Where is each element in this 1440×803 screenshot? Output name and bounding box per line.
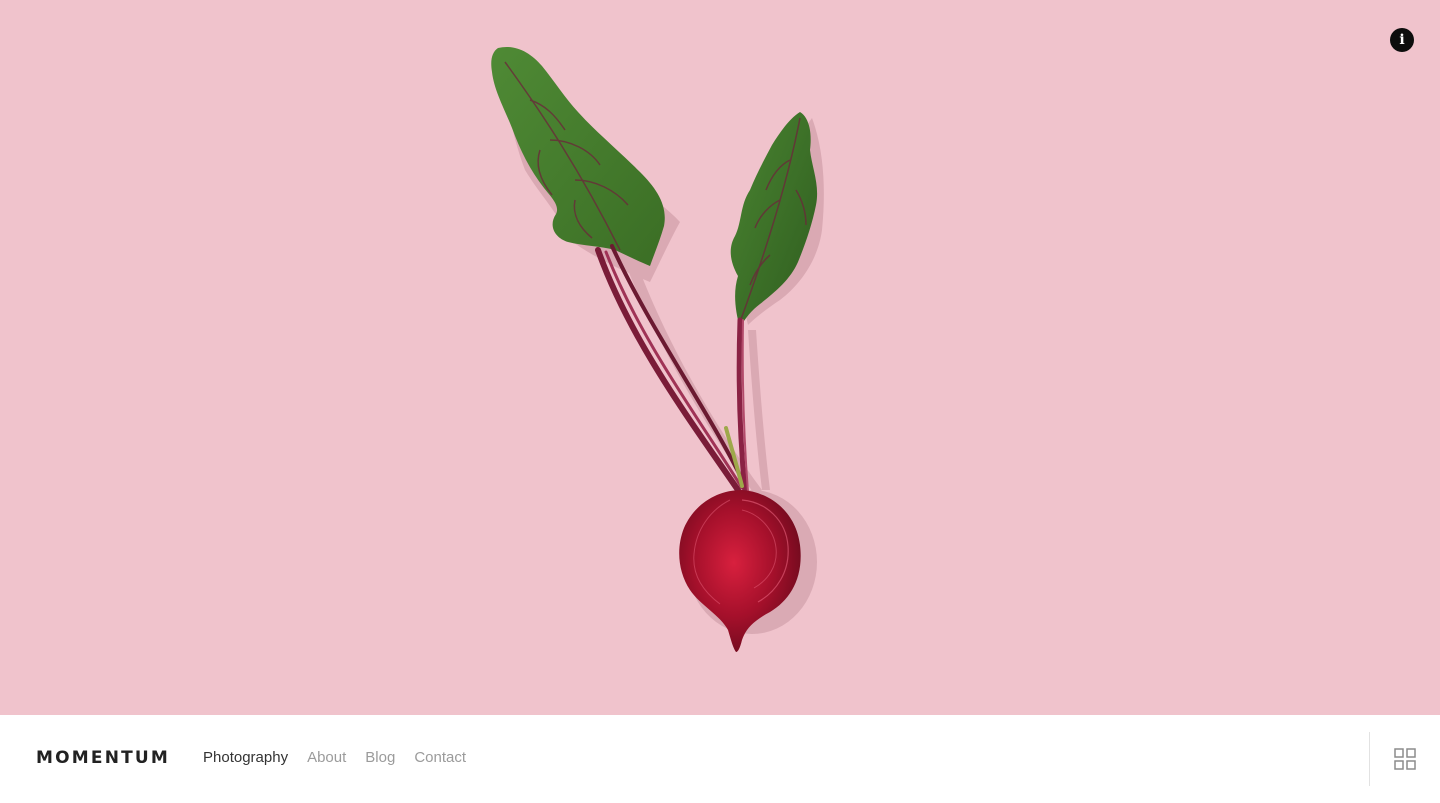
site-logo[interactable]: MOMENTUM <box>36 748 170 768</box>
info-icon: i <box>1399 32 1405 48</box>
footer-divider <box>1369 732 1370 786</box>
nav-item-blog[interactable]: Blog <box>365 749 395 767</box>
beet-photo <box>491 46 824 652</box>
gallery-grid-button[interactable] <box>1394 748 1416 770</box>
footer-nav-bar: MOMENTUM Photography About Blog Contact <box>0 715 1440 803</box>
nav-item-contact[interactable]: Contact <box>414 749 466 767</box>
hero-image-area: i <box>0 0 1440 715</box>
info-button[interactable]: i <box>1390 28 1414 52</box>
nav-item-photography[interactable]: Photography <box>203 749 288 767</box>
main-nav: Photography About Blog Contact <box>203 749 466 767</box>
nav-item-about[interactable]: About <box>307 749 346 767</box>
beet-root <box>679 490 801 652</box>
grid-icon <box>1394 748 1416 770</box>
